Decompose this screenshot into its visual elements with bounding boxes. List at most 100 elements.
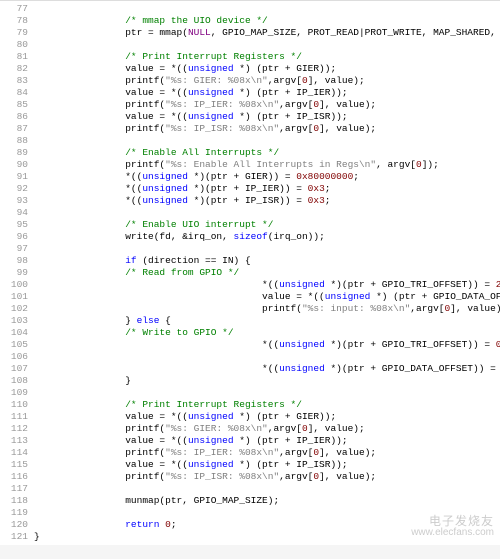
code-text: *((unsigned *)(ptr + IP_IER)) = 0x3; bbox=[34, 183, 500, 195]
line-number: 117 bbox=[0, 483, 34, 495]
line-number: 89 bbox=[0, 147, 34, 159]
code-text: /* Read from GPIO */ bbox=[34, 267, 500, 279]
code-line: 117 bbox=[0, 483, 500, 495]
code-text: *((unsigned *)(ptr + GPIO_TRI_OFFSET)) =… bbox=[34, 279, 500, 291]
code-text: /* Enable All Interrupts */ bbox=[34, 147, 500, 159]
code-editor: 7778 /* mmap the UIO device */79 ptr = m… bbox=[0, 0, 500, 545]
line-number: 94 bbox=[0, 207, 34, 219]
code-line: 95 /* Enable UIO interrupt */ bbox=[0, 219, 500, 231]
code-text: ptr = mmap(NULL, GPIO_MAP_SIZE, PROT_REA… bbox=[34, 27, 500, 39]
code-line: 121} bbox=[0, 531, 500, 543]
code-text: printf("%s: GIER: %08x\n",argv[0], value… bbox=[34, 75, 500, 87]
line-number: 93 bbox=[0, 195, 34, 207]
code-text: value = *((unsigned *) (ptr + GIER)); bbox=[34, 63, 500, 75]
code-text bbox=[34, 135, 500, 147]
code-text bbox=[34, 351, 500, 363]
line-number: 91 bbox=[0, 171, 34, 183]
code-text: value = *((unsigned *) (ptr + GIER)); bbox=[34, 411, 500, 423]
code-line: 87 printf("%s: IP_ISR: %08x\n",argv[0], … bbox=[0, 123, 500, 135]
code-line: 118 munmap(ptr, GPIO_MAP_SIZE); bbox=[0, 495, 500, 507]
code-text bbox=[34, 387, 500, 399]
code-line: 98 if (direction == IN) { bbox=[0, 255, 500, 267]
code-text: value = *((unsigned *) (ptr + GPIO_DATA_… bbox=[34, 291, 500, 303]
code-line: 97 bbox=[0, 243, 500, 255]
line-number: 103 bbox=[0, 315, 34, 327]
line-number: 81 bbox=[0, 51, 34, 63]
code-line: 78 /* mmap the UIO device */ bbox=[0, 15, 500, 27]
line-number: 109 bbox=[0, 387, 34, 399]
code-line: 114 printf("%s: IP_IER: %08x\n",argv[0],… bbox=[0, 447, 500, 459]
code-line: 80 bbox=[0, 39, 500, 51]
code-text: *((unsigned *)(ptr + GIER)) = 0x80000000… bbox=[34, 171, 500, 183]
code-text: /* Write to GPIO */ bbox=[34, 327, 500, 339]
code-line: 79 ptr = mmap(NULL, GPIO_MAP_SIZE, PROT_… bbox=[0, 27, 500, 39]
line-number: 104 bbox=[0, 327, 34, 339]
code-text: /* Print Interrupt Registers */ bbox=[34, 51, 500, 63]
line-number: 95 bbox=[0, 219, 34, 231]
line-number: 110 bbox=[0, 399, 34, 411]
code-line: 91 *((unsigned *)(ptr + GIER)) = 0x80000… bbox=[0, 171, 500, 183]
line-number: 87 bbox=[0, 123, 34, 135]
line-number: 118 bbox=[0, 495, 34, 507]
code-line: 101 value = *((unsigned *) (ptr + GPIO_D… bbox=[0, 291, 500, 303]
code-text: *((unsigned *)(ptr + GPIO_TRI_OFFSET)) =… bbox=[34, 339, 500, 351]
code-text: printf("%s: IP_IER: %08x\n",argv[0], val… bbox=[34, 99, 500, 111]
code-line: 93 *((unsigned *)(ptr + IP_ISR)) = 0x3; bbox=[0, 195, 500, 207]
code-text: value = *((unsigned *) (ptr + IP_IER)); bbox=[34, 87, 500, 99]
line-number: 112 bbox=[0, 423, 34, 435]
line-number: 100 bbox=[0, 279, 34, 291]
code-text: printf("%s: GIER: %08x\n",argv[0], value… bbox=[34, 423, 500, 435]
code-line: 110 /* Print Interrupt Registers */ bbox=[0, 399, 500, 411]
code-line: 106 bbox=[0, 351, 500, 363]
code-line: 92 *((unsigned *)(ptr + IP_IER)) = 0x3; bbox=[0, 183, 500, 195]
code-text: /* Enable UIO interrupt */ bbox=[34, 219, 500, 231]
code-line: 85 printf("%s: IP_IER: %08x\n",argv[0], … bbox=[0, 99, 500, 111]
code-text bbox=[34, 507, 500, 519]
code-line: 83 printf("%s: GIER: %08x\n",argv[0], va… bbox=[0, 75, 500, 87]
code-text: } bbox=[34, 375, 500, 387]
code-text bbox=[34, 483, 500, 495]
code-line: 89 /* Enable All Interrupts */ bbox=[0, 147, 500, 159]
code-line: 96 write(fd, &irq_on, sizeof(irq_on)); bbox=[0, 231, 500, 243]
line-number: 88 bbox=[0, 135, 34, 147]
code-text: printf("%s: IP_ISR: %08x\n",argv[0], val… bbox=[34, 123, 500, 135]
code-text: value = *((unsigned *) (ptr + IP_IER)); bbox=[34, 435, 500, 447]
code-line: 103 } else { bbox=[0, 315, 500, 327]
code-text bbox=[34, 207, 500, 219]
line-number: 101 bbox=[0, 291, 34, 303]
code-text: } else { bbox=[34, 315, 500, 327]
code-text: printf("%s: IP_IER: %08x\n",argv[0], val… bbox=[34, 447, 500, 459]
code-text: *((unsigned *)(ptr + IP_ISR)) = 0x3; bbox=[34, 195, 500, 207]
line-number: 83 bbox=[0, 75, 34, 87]
code-line: 120 return 0; bbox=[0, 519, 500, 531]
code-line: 109 bbox=[0, 387, 500, 399]
code-line: 105 *((unsigned *)(ptr + GPIO_TRI_OFFSET… bbox=[0, 339, 500, 351]
line-number: 79 bbox=[0, 27, 34, 39]
code-text: printf("%s: input: %08x\n",argv[0], valu… bbox=[34, 303, 500, 315]
code-text: } bbox=[34, 531, 500, 543]
code-line: 94 bbox=[0, 207, 500, 219]
line-number: 116 bbox=[0, 471, 34, 483]
code-text: printf("%s: IP_ISR: %08x\n",argv[0], val… bbox=[34, 471, 500, 483]
code-text: *((unsigned *)(ptr + GPIO_DATA_OFFSET)) … bbox=[34, 363, 500, 375]
code-line: 81 /* Print Interrupt Registers */ bbox=[0, 51, 500, 63]
code-text: write(fd, &irq_on, sizeof(irq_on)); bbox=[34, 231, 500, 243]
code-text: munmap(ptr, GPIO_MAP_SIZE); bbox=[34, 495, 500, 507]
code-line: 111 value = *((unsigned *) (ptr + GIER))… bbox=[0, 411, 500, 423]
code-text: /* Print Interrupt Registers */ bbox=[34, 399, 500, 411]
line-number: 115 bbox=[0, 459, 34, 471]
code-line: 119 bbox=[0, 507, 500, 519]
code-text: /* mmap the UIO device */ bbox=[34, 15, 500, 27]
code-line: 100 *((unsigned *)(ptr + GPIO_TRI_OFFSET… bbox=[0, 279, 500, 291]
line-number: 96 bbox=[0, 231, 34, 243]
code-text: return 0; bbox=[34, 519, 500, 531]
line-number: 106 bbox=[0, 351, 34, 363]
line-number: 119 bbox=[0, 507, 34, 519]
code-text: value = *((unsigned *) (ptr + IP_ISR)); bbox=[34, 459, 500, 471]
code-line: 108 } bbox=[0, 375, 500, 387]
line-number: 105 bbox=[0, 339, 34, 351]
code-line: 86 value = *((unsigned *) (ptr + IP_ISR)… bbox=[0, 111, 500, 123]
line-number: 98 bbox=[0, 255, 34, 267]
code-line: 107 *((unsigned *)(ptr + GPIO_DATA_OFFSE… bbox=[0, 363, 500, 375]
line-number: 82 bbox=[0, 63, 34, 75]
